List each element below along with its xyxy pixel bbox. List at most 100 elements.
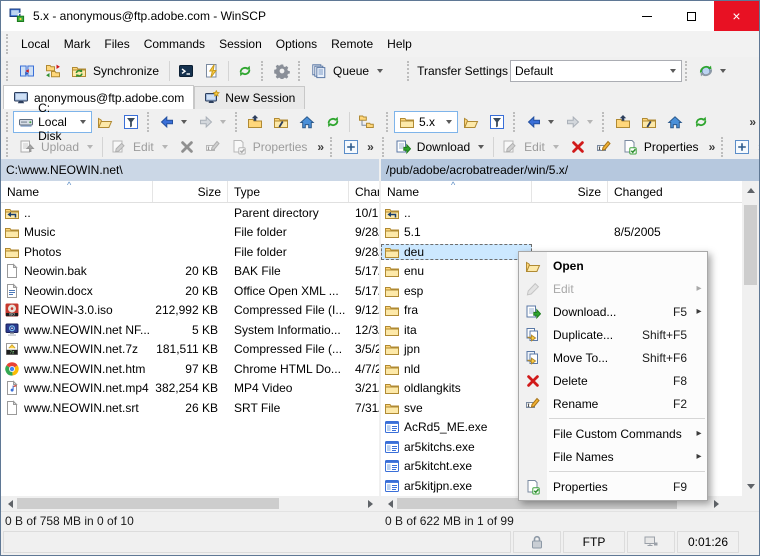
queue-button[interactable]: Queue	[306, 59, 389, 83]
new-session-tab[interactable]: New Session	[194, 86, 305, 109]
toolbar-grip[interactable]	[407, 61, 412, 81]
context-menu-item[interactable]: Edit ▸	[519, 277, 707, 300]
upload-button[interactable]: Upload	[14, 135, 99, 159]
scrollbar-thumb[interactable]	[17, 498, 279, 509]
toolbar-grip[interactable]	[330, 137, 335, 157]
overflow-chevron[interactable]: »	[755, 138, 760, 156]
context-menu-item[interactable]: Duplicate... Shift+F5	[519, 323, 707, 346]
menu-item[interactable]: Mark	[57, 33, 98, 55]
context-menu-item[interactable]: Download... F5 ▸	[519, 300, 707, 323]
menu-item[interactable]: Remote	[324, 33, 380, 55]
toolbar-grip[interactable]	[147, 112, 151, 132]
scroll-up-button[interactable]	[742, 181, 759, 198]
local-forward-button[interactable]	[193, 110, 232, 134]
local-open-directory-button[interactable]	[92, 110, 118, 134]
menu-item[interactable]: Commands	[137, 33, 212, 55]
file-row[interactable]: www.NEOWIN.net.mp4 382,254 KB MP4 Video …	[1, 379, 379, 399]
column-header-name[interactable]: Name	[381, 181, 532, 202]
remote-refresh-button[interactable]	[688, 110, 714, 134]
local-filter-button[interactable]	[118, 110, 144, 134]
session-tab-active[interactable]: anonymous@ftp.adobe.com	[3, 85, 194, 109]
minimize-button[interactable]	[624, 1, 669, 31]
context-menu-item[interactable]: File Names ▸	[519, 445, 707, 468]
column-header-size[interactable]: Size	[153, 181, 228, 202]
remote-back-button[interactable]	[521, 110, 560, 134]
toolbar-grip[interactable]	[6, 34, 11, 54]
menu-item[interactable]: Session	[212, 33, 269, 55]
overflow-chevron[interactable]: »	[706, 138, 719, 156]
scrollbar-thumb[interactable]	[744, 205, 757, 285]
toolbar-grip[interactable]	[602, 112, 607, 132]
toolbar-grip[interactable]	[298, 61, 303, 81]
download-button[interactable]: Download	[390, 135, 490, 159]
file-row[interactable]: 7zwww.NEOWIN.net.7z 181,511 KB Compresse…	[1, 340, 379, 360]
synchronize-browsing-button[interactable]	[40, 59, 66, 83]
scroll-right-button[interactable]	[709, 500, 725, 508]
local-horizontal-scrollbar[interactable]	[1, 496, 379, 511]
file-row[interactable]: Neowin.docx 20 KB Office Open XML ... 5/…	[1, 281, 379, 301]
transfer-options-button[interactable]	[693, 59, 732, 83]
transfer-settings-select[interactable]: Default	[510, 60, 682, 82]
open-in-putty-button[interactable]	[199, 59, 225, 83]
remote-forward-button[interactable]	[560, 110, 599, 134]
context-menu-item[interactable]: Move To... Shift+F6	[519, 346, 707, 369]
local-add-button[interactable]	[338, 135, 364, 159]
file-row[interactable]: www.NEOWIN.net.htm 97 KB Chrome HTML Do.…	[1, 359, 379, 379]
file-row[interactable]: Neowin.bak 20 KB BAK File 5/17/	[1, 262, 379, 282]
file-row[interactable]: ISONEOWIN-3.0.iso 212,992 KB Compressed …	[1, 301, 379, 321]
file-row[interactable]: www.NEOWIN.net NF... 5 KB System Informa…	[1, 320, 379, 340]
toolbar-grip[interactable]	[721, 137, 726, 157]
overflow-chevron[interactable]: »	[314, 138, 327, 156]
close-button[interactable]: ×	[714, 1, 759, 31]
file-row[interactable]: ..	[381, 203, 742, 223]
toolbar-grip[interactable]	[382, 137, 387, 157]
swap-panels-button[interactable]	[14, 59, 40, 83]
menu-item[interactable]: Help	[380, 33, 419, 55]
remote-directory-select[interactable]: 5.x	[394, 111, 458, 133]
remote-root-directory-button[interactable]	[636, 110, 662, 134]
remote-filter-button[interactable]	[484, 110, 510, 134]
resize-grip[interactable]	[741, 531, 757, 553]
remote-add-button[interactable]	[729, 135, 755, 159]
column-header-size[interactable]: Size	[532, 181, 608, 202]
menu-item[interactable]: Options	[269, 33, 324, 55]
local-parent-directory-button[interactable]	[242, 110, 268, 134]
remote-open-directory-button[interactable]	[458, 110, 484, 134]
refresh-button[interactable]	[232, 59, 258, 83]
overflow-chevron[interactable]: »	[746, 113, 759, 131]
preferences-button[interactable]	[269, 59, 295, 83]
toolbar-grip[interactable]	[235, 112, 239, 132]
file-row[interactable]: 5.1 8/5/2005	[381, 223, 742, 243]
scroll-left-button[interactable]	[381, 500, 397, 508]
maximize-button[interactable]	[669, 1, 714, 31]
column-header-changed[interactable]: Changed	[608, 181, 742, 202]
context-menu-item[interactable]: Open	[519, 254, 707, 277]
menu-item[interactable]: Files	[97, 33, 136, 55]
file-row[interactable]: Music File folder 9/28/	[1, 223, 379, 243]
remote-path-bar[interactable]: /pub/adobe/acrobatreader/win/5.x/	[381, 159, 759, 181]
context-menu-item[interactable]: Rename F2	[519, 392, 707, 415]
local-home-directory-button[interactable]	[294, 110, 320, 134]
toolbar-grip[interactable]	[261, 61, 266, 81]
synchronize-button[interactable]: Synchronize	[66, 59, 166, 83]
remote-home-directory-button[interactable]	[662, 110, 688, 134]
toolbar-grip[interactable]	[6, 137, 11, 157]
local-root-directory-button[interactable]	[268, 110, 294, 134]
remote-rename-button[interactable]	[591, 135, 617, 159]
local-back-button[interactable]	[154, 110, 193, 134]
local-drive-select[interactable]: C: Local Disk	[13, 111, 92, 133]
column-header-type[interactable]: Type	[228, 181, 349, 202]
local-path-bar[interactable]: C:\www.NEOWIN.net\	[1, 159, 379, 181]
toolbar-grip[interactable]	[6, 61, 11, 81]
context-menu-item[interactable]: File Custom Commands ▸	[519, 422, 707, 445]
local-rename-button[interactable]	[200, 135, 226, 159]
remote-edit-button[interactable]: Edit	[497, 135, 565, 159]
scroll-right-button[interactable]	[363, 500, 379, 508]
file-row[interactable]: Photos File folder 9/28/	[1, 242, 379, 262]
remote-properties-button[interactable]: Properties	[617, 135, 706, 159]
toolbar-grip[interactable]	[6, 112, 10, 132]
toolbar-grip[interactable]	[685, 61, 690, 81]
column-header-changed[interactable]: Changed	[349, 181, 379, 202]
local-tree-button[interactable]	[353, 110, 379, 134]
menu-item[interactable]: Local	[14, 33, 57, 55]
